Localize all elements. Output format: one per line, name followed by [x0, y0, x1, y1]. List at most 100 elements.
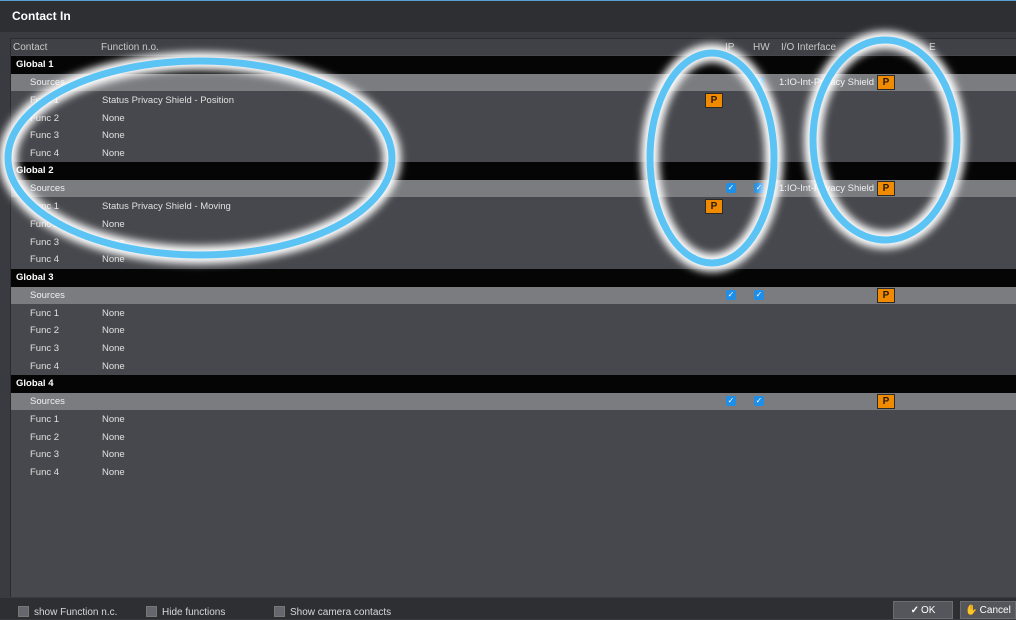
p-badge[interactable]: P — [705, 93, 723, 108]
sources-label: Sources — [30, 77, 65, 88]
hw-checkbox[interactable]: ✓ — [754, 77, 764, 87]
function-value[interactable]: None — [102, 467, 125, 478]
cancel-button[interactable]: ✋ Cancel — [960, 601, 1016, 619]
function-value[interactable]: None — [102, 361, 125, 372]
function-label: Func 2 — [30, 431, 60, 443]
io-interface-value[interactable]: 1:IO-Int-Privacy Shield — [779, 183, 874, 194]
function-label: Func 2 — [30, 325, 60, 337]
function-label: Func 4 — [30, 147, 60, 159]
show-camera-contacts-label: Show camera contacts — [290, 607, 392, 618]
col-hw[interactable]: HW — [753, 42, 770, 53]
ip-checkbox[interactable]: ✓ — [726, 396, 736, 407]
function-value[interactable]: None — [102, 308, 125, 319]
function-label: Func 1 — [30, 201, 60, 213]
sources-row[interactable]: Sources ✓ ✓ 1:IO-Int-Privacy Shield P — [11, 180, 1016, 198]
function-row[interactable]: Func 3 None — [11, 234, 1016, 251]
function-label: Func 3 — [30, 130, 60, 142]
title-bar: Contact In — [0, 0, 1016, 32]
col-function[interactable]: Function n.o. — [101, 42, 159, 53]
function-value[interactable]: Status Privacy Shield - Moving — [102, 201, 231, 212]
function-value[interactable]: None — [102, 113, 125, 124]
function-row[interactable]: Func 2 None — [11, 322, 1016, 339]
function-label: Func 4 — [30, 467, 60, 478]
col-extra[interactable]: E — [929, 42, 936, 53]
function-value[interactable]: None — [102, 148, 125, 159]
ok-button[interactable]: ✓ OK — [893, 601, 953, 619]
function-label: Func 2 — [30, 219, 60, 230]
function-row[interactable]: Func 4 None — [11, 145, 1016, 162]
function-value[interactable]: None — [102, 219, 125, 230]
function-label: Func 4 — [30, 254, 60, 266]
function-row[interactable]: Func 2 None — [11, 216, 1016, 233]
function-label: Func 1 — [30, 307, 60, 319]
function-row[interactable]: Func 2 None — [11, 110, 1016, 127]
function-label: Func 3 — [30, 449, 60, 461]
group-header[interactable]: Global 4 — [11, 375, 1016, 394]
group-header[interactable]: Global 2 — [11, 162, 1016, 181]
hw-checkbox[interactable]: ✓ — [754, 183, 764, 194]
dialog-footer: show Function n.c. Hide functions Show c… — [0, 598, 1016, 619]
function-label: Func 1 — [30, 414, 60, 426]
p-badge[interactable]: P — [877, 181, 895, 197]
p-badge[interactable]: P — [877, 394, 895, 410]
sources-row[interactable]: Sources ✓ ✓ P — [11, 393, 1016, 411]
function-label: Func 1 — [30, 95, 60, 106]
show-function-nc-checkbox[interactable] — [18, 606, 29, 617]
p-badge[interactable]: P — [877, 287, 895, 303]
ip-checkbox[interactable]: ✓ — [726, 183, 736, 194]
col-ip[interactable]: IP — [725, 42, 734, 53]
ip-checkbox[interactable]: ✓ — [726, 289, 736, 300]
hand-icon: ✋ — [965, 605, 978, 616]
function-value[interactable]: Status Privacy Shield - Position — [102, 95, 234, 106]
group-label: Global 1 — [16, 59, 54, 70]
function-value[interactable]: None — [102, 254, 125, 265]
function-row[interactable]: Func 4 None — [11, 464, 1016, 481]
function-value[interactable]: None — [102, 325, 125, 336]
function-label: Func 3 — [30, 343, 60, 354]
show-function-nc-label: show Function n.c. — [34, 607, 118, 618]
function-value[interactable]: None — [102, 449, 125, 460]
function-value[interactable]: None — [102, 414, 125, 425]
hw-checkbox[interactable]: ✓ — [754, 289, 764, 300]
function-row[interactable]: Func 4 None — [11, 251, 1016, 268]
function-row[interactable]: Func 2 None — [11, 429, 1016, 446]
function-value[interactable]: None — [102, 237, 125, 248]
function-row[interactable]: Func 1 Status Privacy Shield - Moving P — [11, 198, 1016, 215]
sources-label: Sources — [30, 183, 65, 195]
function-label: Func 3 — [30, 236, 60, 248]
ok-label: OK — [920, 605, 936, 616]
checkmark-icon: ✓ — [910, 605, 919, 616]
io-interface-value[interactable]: 1:IO-Int-Privacy Shield — [779, 77, 874, 88]
hw-checkbox[interactable]: ✓ — [754, 396, 764, 407]
sources-label: Sources — [30, 289, 65, 301]
group-header[interactable]: Global 3 — [11, 268, 1016, 287]
window-title: Contact In — [12, 9, 71, 23]
function-row[interactable]: Func 1 Status Privacy Shield - Position P — [11, 92, 1016, 109]
function-label: Func 4 — [30, 360, 60, 372]
function-row[interactable]: Func 3 None — [11, 127, 1016, 144]
table-header: Contact Function n.o. IP HW I/O Interfac… — [11, 39, 1016, 55]
group-label: Global 3 — [16, 271, 54, 283]
p-badge[interactable]: P — [877, 75, 895, 90]
function-row[interactable]: Func 3 None — [11, 446, 1016, 463]
group-header[interactable]: Global 1 — [11, 56, 1016, 74]
function-row[interactable]: Func 1 None — [11, 305, 1016, 322]
col-io-interface[interactable]: I/O Interface — [781, 42, 836, 53]
function-label: Func 2 — [30, 112, 60, 124]
col-contact[interactable]: Contact — [13, 42, 47, 53]
function-row[interactable]: Func 3 None — [11, 340, 1016, 357]
group-label: Global 4 — [16, 378, 54, 390]
function-row[interactable]: Func 4 None — [11, 358, 1016, 375]
group-label: Global 2 — [16, 165, 54, 177]
hide-functions-label: Hide functions — [162, 607, 226, 618]
sources-row[interactable]: Sources ✓ ✓ P — [11, 286, 1016, 304]
cancel-label: Cancel — [979, 605, 1011, 616]
hide-functions-checkbox[interactable] — [146, 606, 157, 617]
function-value[interactable]: None — [102, 432, 125, 443]
p-badge[interactable]: P — [705, 199, 723, 215]
function-row[interactable]: Func 1 None — [11, 411, 1016, 428]
function-value[interactable]: None — [102, 130, 125, 141]
show-camera-contacts-checkbox[interactable] — [274, 606, 285, 617]
function-value[interactable]: None — [102, 343, 125, 354]
sources-row[interactable]: Sources ✓ 1:IO-Int-Privacy Shield P — [11, 74, 1016, 91]
